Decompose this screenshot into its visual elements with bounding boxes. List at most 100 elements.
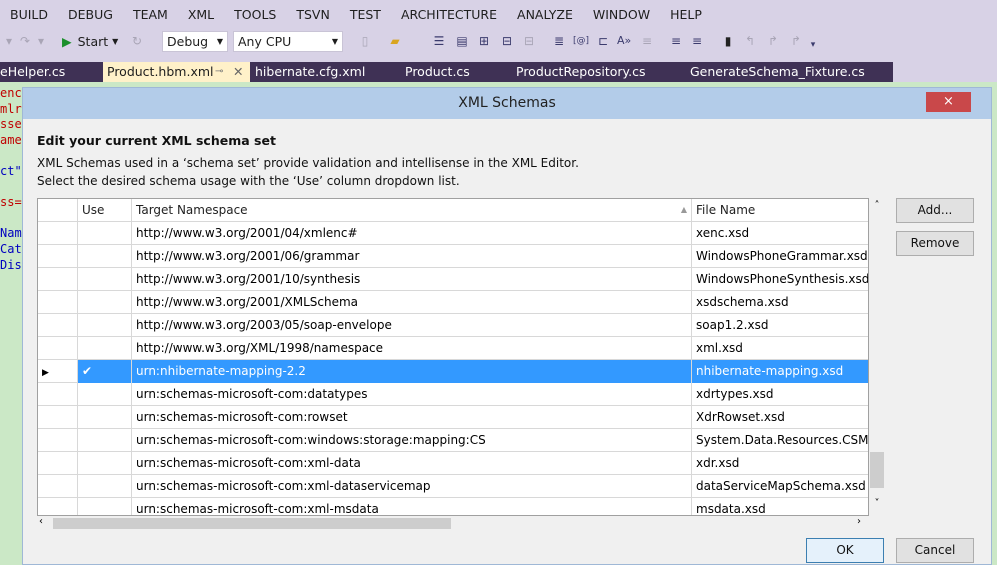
hierarchy-icon[interactable]: ⊞	[477, 34, 491, 48]
next-bookmark-icon[interactable]: ↱	[766, 34, 780, 48]
namespace-cell[interactable]: urn:schemas-microsoft-com:xml-msdata	[132, 498, 692, 515]
cancel-button[interactable]: Cancel	[896, 538, 974, 563]
table-row[interactable]: urn:schemas-microsoft-com:windows:storag…	[38, 429, 868, 452]
rename-icon[interactable]: A»	[617, 34, 631, 48]
tab-hibernate-cfg[interactable]: hibernate.cfg.xml	[255, 62, 395, 82]
xpath-icon[interactable]: ≣	[552, 34, 566, 48]
vertical-scroll-thumb[interactable]	[870, 452, 884, 488]
menu-xml[interactable]: XML	[188, 7, 214, 22]
table-row[interactable]: http://www.w3.org/2001/XMLSchema xsdsche…	[38, 291, 868, 314]
namespace-cell[interactable]: urn:schemas-microsoft-com:xml-dataservic…	[132, 475, 692, 498]
schema-grid[interactable]: Use Target Namespace ▲ File Name http://w…	[37, 198, 869, 516]
column-header-target-namespace[interactable]: Target Namespace ▲	[132, 199, 692, 222]
column-header-use[interactable]: Use	[78, 199, 132, 222]
configuration-select[interactable]: Debug ▼	[162, 31, 228, 52]
row-header[interactable]: ▶	[38, 360, 78, 383]
menu-architecture[interactable]: ARCHITECTURE	[401, 7, 497, 22]
clear-bookmark-icon[interactable]: ↱	[789, 34, 803, 48]
table-row[interactable]: urn:schemas-microsoft-com:xml-msdata msd…	[38, 498, 868, 515]
use-cell[interactable]	[78, 291, 132, 314]
close-icon[interactable]: ✕	[233, 62, 243, 82]
tab-helper[interactable]: eHelper.cs	[0, 62, 100, 82]
element-icon[interactable]: ⊏	[596, 34, 610, 48]
row-header[interactable]	[38, 314, 78, 337]
bookmark-icon[interactable]: ▮	[721, 34, 735, 48]
indent-icon[interactable]: ≡	[640, 34, 654, 48]
redo-dropdown-icon[interactable]: ▾	[34, 34, 48, 48]
remove-button[interactable]: Remove	[896, 231, 974, 256]
tab-product-cs[interactable]: Product.cs	[405, 62, 505, 82]
use-cell[interactable]	[78, 245, 132, 268]
find-icon[interactable]: ▰	[388, 34, 402, 48]
table-row[interactable]: ▶ ✔ urn:nhibernate-mapping-2.2 nhibernat…	[38, 360, 868, 383]
outline-icon[interactable]: ☰	[432, 34, 446, 48]
comment-icon[interactable]: ≡	[669, 34, 683, 48]
row-header[interactable]	[38, 291, 78, 314]
scroll-down-icon[interactable]: ˅	[869, 498, 885, 509]
pin-icon[interactable]: ⊸	[215, 62, 223, 82]
scroll-right-icon[interactable]: ›	[857, 516, 861, 527]
table-row[interactable]: http://www.w3.org/2003/05/soap-envelope …	[38, 314, 868, 337]
refresh-icon[interactable]: ↻	[130, 34, 144, 48]
vertical-scrollbar[interactable]: ˄ ˅	[869, 198, 885, 516]
device-icon[interactable]: ▯	[358, 34, 372, 48]
namespace-cell[interactable]: urn:schemas-microsoft-com:xml-data	[132, 452, 692, 475]
use-cell[interactable]	[78, 498, 132, 515]
document-icon[interactable]: ▤	[455, 34, 469, 48]
use-cell[interactable]	[78, 222, 132, 245]
row-header[interactable]	[38, 498, 78, 515]
scroll-left-icon[interactable]: ‹	[39, 516, 43, 527]
namespace-cell[interactable]: http://www.w3.org/2001/10/synthesis	[132, 268, 692, 291]
schema-icon[interactable]: ⊟	[500, 34, 514, 48]
row-header[interactable]	[38, 429, 78, 452]
tab-product-hbm-xml[interactable]: Product.hbm.xml ⊸ ✕	[103, 62, 250, 82]
menu-tsvn[interactable]: TSVN	[296, 7, 329, 22]
file-name-cell[interactable]: msdata.xsd	[692, 498, 868, 515]
row-header[interactable]	[38, 383, 78, 406]
horizontal-scrollbar[interactable]: ‹ ›	[37, 516, 869, 531]
overflow-icon[interactable]: ▾	[806, 38, 820, 52]
file-name-cell[interactable]: xdr.xsd	[692, 452, 868, 475]
file-name-cell[interactable]: xml.xsd	[692, 337, 868, 360]
redo-icon[interactable]: ↷	[18, 34, 32, 48]
close-button[interactable]: ×	[926, 92, 971, 112]
namespace-cell[interactable]: http://www.w3.org/2001/06/grammar	[132, 245, 692, 268]
file-name-cell[interactable]: System.Data.Resources.CSMSL	[692, 429, 868, 452]
row-header[interactable]	[38, 245, 78, 268]
use-cell[interactable]	[78, 475, 132, 498]
table-row[interactable]: urn:schemas-microsoft-com:xml-dataservic…	[38, 475, 868, 498]
use-cell[interactable]	[78, 452, 132, 475]
use-cell[interactable]	[78, 268, 132, 291]
table-row[interactable]: urn:schemas-microsoft-com:xml-data xdr.x…	[38, 452, 868, 475]
ok-button[interactable]: OK	[806, 538, 884, 563]
table-row[interactable]: urn:schemas-microsoft-com:rowset XdrRows…	[38, 406, 868, 429]
use-cell[interactable]: ✔	[78, 360, 132, 383]
menu-test[interactable]: TEST	[350, 7, 381, 22]
table-row[interactable]: http://www.w3.org/2001/10/synthesis Wind…	[38, 268, 868, 291]
uncomment-icon[interactable]: ≡	[690, 34, 704, 48]
start-button[interactable]: ▶ Start ▼	[62, 31, 118, 52]
file-name-cell[interactable]: WindowsPhoneGrammar.xsd	[692, 245, 868, 268]
file-name-cell[interactable]: dataServiceMapSchema.xsd	[692, 475, 868, 498]
column-header-file-name[interactable]: File Name	[692, 199, 868, 222]
use-cell[interactable]	[78, 406, 132, 429]
namespace-cell[interactable]: http://www.w3.org/XML/1998/namespace	[132, 337, 692, 360]
namespace-cell[interactable]: http://www.w3.org/2001/XMLSchema	[132, 291, 692, 314]
menu-team[interactable]: TEAM	[133, 7, 168, 22]
table-row[interactable]: urn:schemas-microsoft-com:datatypes xdrt…	[38, 383, 868, 406]
namespace-cell[interactable]: urn:nhibernate-mapping-2.2	[132, 360, 692, 383]
row-header[interactable]	[38, 452, 78, 475]
file-name-cell[interactable]: XdrRowset.xsd	[692, 406, 868, 429]
row-header[interactable]	[38, 222, 78, 245]
menu-tools[interactable]: TOOLS	[234, 7, 276, 22]
use-cell[interactable]	[78, 429, 132, 452]
row-header[interactable]	[38, 406, 78, 429]
file-name-cell[interactable]: xdrtypes.xsd	[692, 383, 868, 406]
schema-disabled-icon[interactable]: ⊟	[522, 34, 536, 48]
attribute-icon[interactable]: [@]	[573, 34, 589, 48]
namespace-cell[interactable]: urn:schemas-microsoft-com:datatypes	[132, 383, 692, 406]
menu-analyze[interactable]: ANALYZE	[517, 7, 573, 22]
table-row[interactable]: http://www.w3.org/2001/04/xmlenc# xenc.x…	[38, 222, 868, 245]
file-name-cell[interactable]: xsdschema.xsd	[692, 291, 868, 314]
file-name-cell[interactable]: nhibernate-mapping.xsd	[692, 360, 868, 383]
